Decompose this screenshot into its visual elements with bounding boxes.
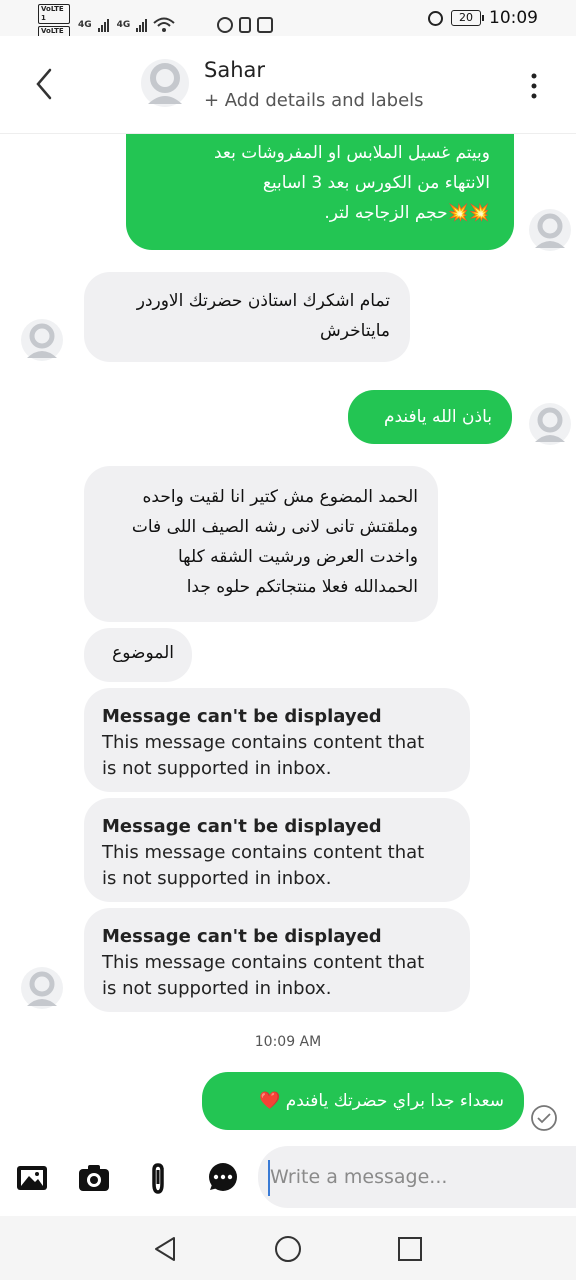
message-line: الحمد المضوع مش كتير انا لقيت واحده [142, 487, 418, 507]
composer [0, 1140, 576, 1216]
message-line: وملقتش تانى لانى رشه الصيف اللى فات [131, 517, 418, 537]
sender-avatar [529, 209, 571, 251]
image-icon[interactable] [14, 1160, 50, 1196]
location-app-icon [257, 17, 274, 33]
message-line: الانتهاء من الكورس بعد 3 اسابيع [262, 173, 490, 193]
more-vertical-icon[interactable] [528, 72, 540, 100]
contact-name[interactable]: Sahar [204, 58, 265, 82]
status-bar: VoLTE 1 VoLTE 2 4G 4G 20 10:09 [0, 0, 576, 46]
unsupported-message[interactable]: Message can't be displayed This message … [84, 798, 470, 902]
unsupported-line: This message contains content that [102, 842, 425, 863]
notification-icons [217, 17, 274, 33]
message-line: باذن الله يافندم [383, 407, 492, 427]
chat-dots-icon[interactable] [204, 1160, 240, 1196]
check-circle-icon [531, 1105, 557, 1131]
contact-avatar [21, 967, 63, 1009]
unsupported-line: is not supported in inbox. [102, 868, 332, 889]
signal-2-icon [136, 18, 148, 32]
message-bubble-incoming[interactable]: تمام اشكرك استاذن حضرتك الاوردر مايتاخرش [84, 272, 410, 362]
paperclip-icon[interactable] [140, 1160, 176, 1196]
message-line: تمام اشكرك استاذن حضرتك الاوردر [136, 291, 390, 311]
message-bubble-incoming[interactable]: الحمد المضوع مش كتير انا لقيت واحده وملق… [84, 466, 438, 622]
message-bubble-outgoing[interactable]: وبيتم غسيل الملابس او المفروشات بعد الان… [126, 134, 514, 250]
battery-indicator: 20 [451, 10, 484, 26]
message-line: الموضوع [112, 643, 174, 663]
message-bubble-incoming[interactable]: الموضوع [84, 628, 192, 682]
alarm-icon [428, 10, 443, 26]
message-bubble-outgoing[interactable]: باذن الله يافندم [348, 390, 512, 444]
conversation-header: Sahar + Add details and labels [0, 36, 576, 134]
heart-emoji: ❤️ [259, 1091, 281, 1111]
signal-1-icon [97, 18, 109, 32]
message-text: سعداء جدا براي حضرتك يافندم [285, 1091, 504, 1111]
unsupported-line: is not supported in inbox. [102, 758, 332, 779]
clock: 10:09 [489, 8, 538, 28]
alert-icon [239, 17, 252, 33]
unsupported-title: Message can't be displayed [102, 816, 382, 837]
contact-avatar [21, 319, 63, 361]
text-cursor [268, 1160, 270, 1196]
status-right: 20 10:09 [428, 8, 538, 28]
nav-back-icon[interactable] [150, 1234, 180, 1264]
unsupported-title: Message can't be displayed [102, 706, 382, 727]
unsupported-message[interactable]: Message can't be displayed This message … [84, 908, 470, 1012]
unsupported-message[interactable]: Message can't be displayed This message … [84, 688, 470, 792]
unsupported-line: This message contains content that [102, 732, 425, 753]
add-details-link[interactable]: + Add details and labels [204, 90, 424, 111]
unsupported-line: is not supported in inbox. [102, 978, 332, 999]
network-2-label: 4G [116, 20, 131, 30]
nav-recents-icon[interactable] [395, 1234, 425, 1264]
system-nav-bar [0, 1216, 576, 1280]
avatar[interactable] [140, 58, 190, 108]
volte-1-badge: VoLTE 1 [38, 4, 70, 24]
message-bubble-outgoing[interactable]: سعداء جدا براي حضرتك يافندم ❤️ [202, 1072, 524, 1130]
block-icon [217, 17, 234, 33]
camera-icon[interactable] [76, 1160, 112, 1196]
message-line: الحمدالله فعلا منتجاتكم حلوه جدا [186, 577, 418, 597]
message-line: مايتاخرش [320, 321, 390, 341]
message-line: واخدت العرض ورشيت الشقه كلها [177, 547, 418, 567]
sender-avatar [529, 403, 571, 445]
unsupported-line: This message contains content that [102, 952, 425, 973]
message-line: 💥💥حجم الزجاجه لتر. [324, 203, 490, 223]
chevron-left-icon[interactable] [30, 64, 58, 104]
messenger-screen: VoLTE 1 VoLTE 2 4G 4G 20 10:09 [0, 0, 576, 1280]
message-input[interactable] [258, 1146, 576, 1208]
network-1-label: 4G [78, 20, 92, 30]
message-list[interactable]: وبيتم غسيل الملابس او المفروشات بعد الان… [0, 134, 576, 1140]
nav-home-icon[interactable] [273, 1234, 303, 1264]
message-timestamp: 10:09 AM [254, 1034, 322, 1050]
wifi-icon [153, 17, 175, 32]
message-line: وبيتم غسيل الملابس او المفروشات بعد [213, 143, 490, 163]
unsupported-title: Message can't be displayed [102, 926, 382, 947]
